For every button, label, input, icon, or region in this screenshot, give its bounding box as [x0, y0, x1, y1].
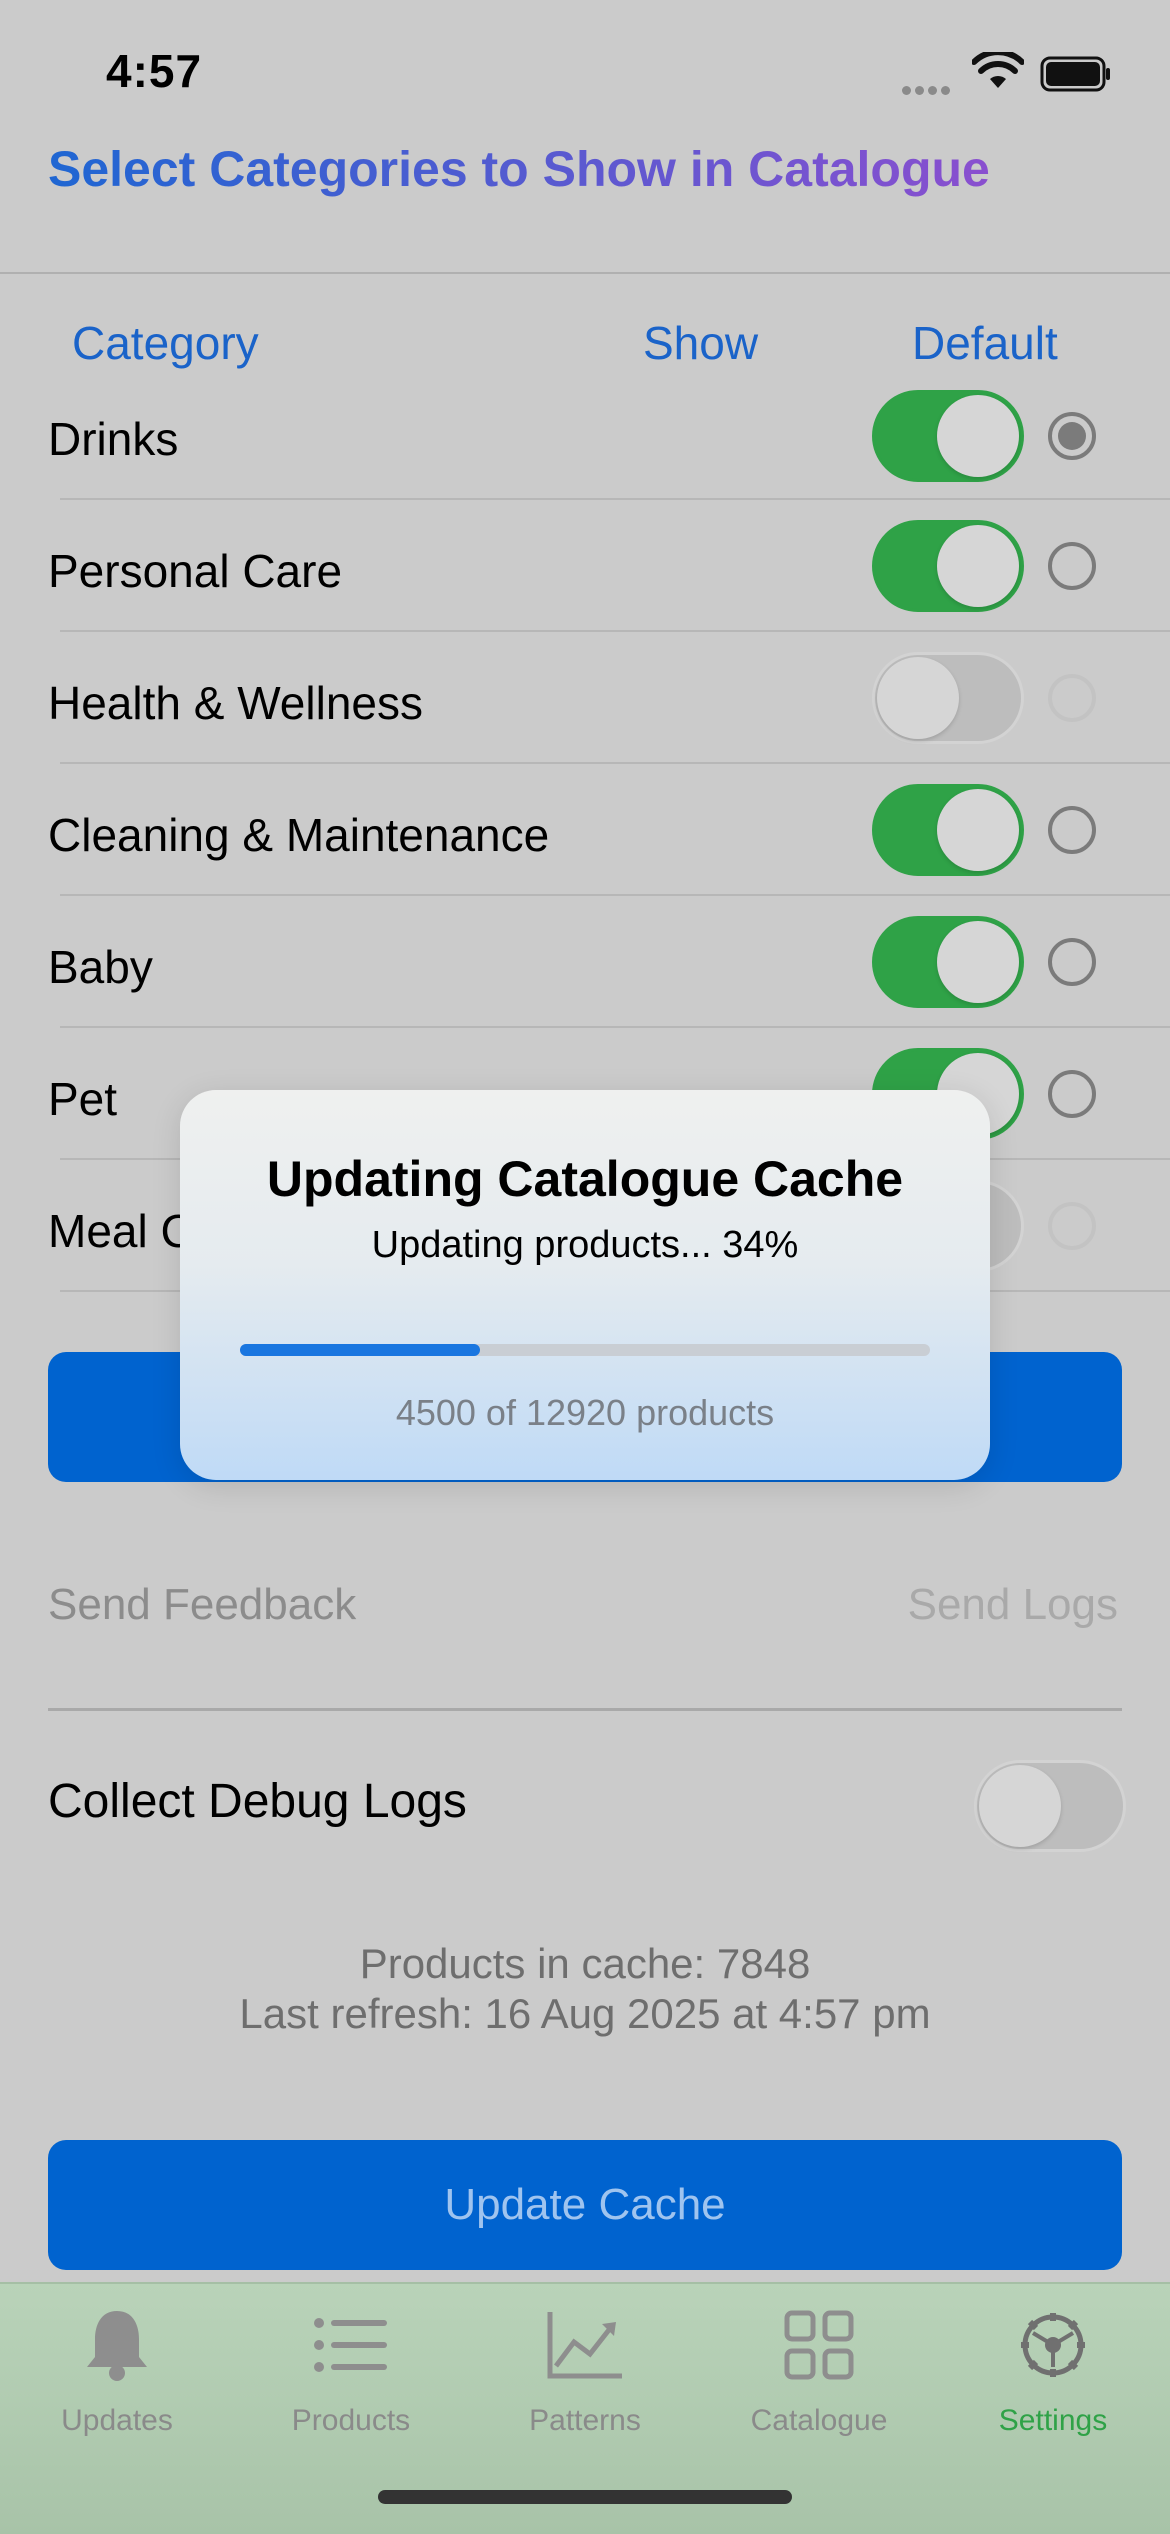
divider — [48, 1708, 1122, 1711]
battery-icon — [1040, 56, 1110, 92]
tab-label: Updates — [61, 2404, 173, 2437]
dialog-message: Updating products... 34% — [371, 1224, 799, 1266]
status-bar: 4:57 — [0, 0, 1170, 150]
debug-logs-row: Collect Debug Logs — [0, 1760, 1170, 1860]
progress-fill — [240, 1344, 481, 1356]
debug-logs-toggle[interactable] — [974, 1760, 1126, 1852]
default-radio-meal[interactable] — [1048, 1202, 1096, 1250]
default-radio-health-wellness[interactable] — [1048, 674, 1096, 722]
category-row-drinks: Drinks — [0, 368, 1170, 500]
column-header-show: Show — [643, 317, 759, 369]
tab-products[interactable]: Products — [234, 2302, 468, 2438]
category-name: Baby — [48, 941, 153, 993]
progress-dialog: Updating Catalogue Cache Updating produc… — [180, 1090, 990, 1480]
progress-count: 4500 of 12920 products — [395, 1392, 775, 1433]
category-name: Cleaning & Maintenance — [48, 809, 550, 861]
default-radio-personal-care[interactable] — [1048, 542, 1096, 590]
gear-icon — [1021, 2313, 1085, 2377]
grid-icon — [784, 2310, 854, 2380]
home-indicator — [378, 2490, 792, 2504]
send-feedback-button[interactable]: Send Feedback — [48, 1580, 356, 1630]
tab-catalogue[interactable]: Catalogue — [702, 2302, 936, 2438]
send-logs-button[interactable]: Send Logs — [908, 1580, 1118, 1630]
list-icon — [314, 2318, 387, 2372]
category-row-personal-care: Personal Care — [0, 500, 1170, 632]
default-radio-pet[interactable] — [1048, 1070, 1096, 1118]
category-name: Drinks — [48, 413, 179, 465]
category-name: Meal C — [48, 1205, 194, 1257]
wifi-icon — [972, 52, 1024, 88]
show-toggle-cleaning-maintenance[interactable] — [872, 784, 1024, 876]
tab-updates[interactable]: Updates — [0, 2302, 234, 2438]
show-toggle-personal-care[interactable] — [872, 520, 1024, 612]
section-title: Select Categories to Show in Catalogue — [48, 150, 990, 198]
debug-logs-label: Collect Debug Logs — [48, 1775, 467, 1828]
show-toggle-baby[interactable] — [872, 916, 1024, 1008]
category-name: Health & Wellness — [48, 677, 423, 729]
category-row-cleaning-maintenance: Cleaning & Maintenance — [0, 764, 1170, 896]
column-header-category: Category — [72, 317, 259, 369]
progress-bar — [240, 1344, 930, 1356]
default-radio-baby[interactable] — [1048, 938, 1096, 986]
tab-label: Patterns — [529, 2404, 641, 2437]
signal-dots-icon — [902, 82, 958, 95]
bell-icon — [87, 2311, 147, 2381]
column-header-default: Default — [912, 317, 1058, 369]
products-in-cache-text: Products in cache: 7848 — [359, 1940, 811, 1987]
tab-label: Settings — [998, 2404, 1108, 2437]
last-refresh-text: Last refresh: 16 Aug 2025 at 4:57 pm — [239, 1990, 931, 2037]
category-name: Personal Care — [48, 545, 343, 597]
feedback-row: Send Feedback Send Logs — [0, 1580, 1170, 1660]
dialog-title: Updating Catalogue Cache — [266, 1151, 904, 1207]
default-radio-drinks[interactable] — [1048, 412, 1096, 460]
category-row-health-wellness: Health & Wellness — [0, 632, 1170, 764]
tab-label: Catalogue — [750, 2404, 888, 2437]
tab-patterns[interactable]: Patterns — [468, 2302, 702, 2438]
default-radio-cleaning-maintenance[interactable] — [1048, 806, 1096, 854]
update-cache-button[interactable]: Update Cache — [48, 2140, 1122, 2270]
category-row-baby: Baby — [0, 896, 1170, 1028]
clock: 4:57 — [106, 45, 203, 97]
nav-bar: Select Categories to Show in Catalogue — [0, 150, 1170, 274]
category-name: Pet — [48, 1073, 118, 1125]
chart-icon — [547, 2312, 622, 2379]
show-toggle-health-wellness[interactable] — [872, 652, 1024, 744]
tab-settings[interactable]: Settings — [936, 2302, 1170, 2438]
tab-label: Products — [291, 2404, 411, 2437]
show-toggle-drinks[interactable] — [872, 390, 1024, 482]
